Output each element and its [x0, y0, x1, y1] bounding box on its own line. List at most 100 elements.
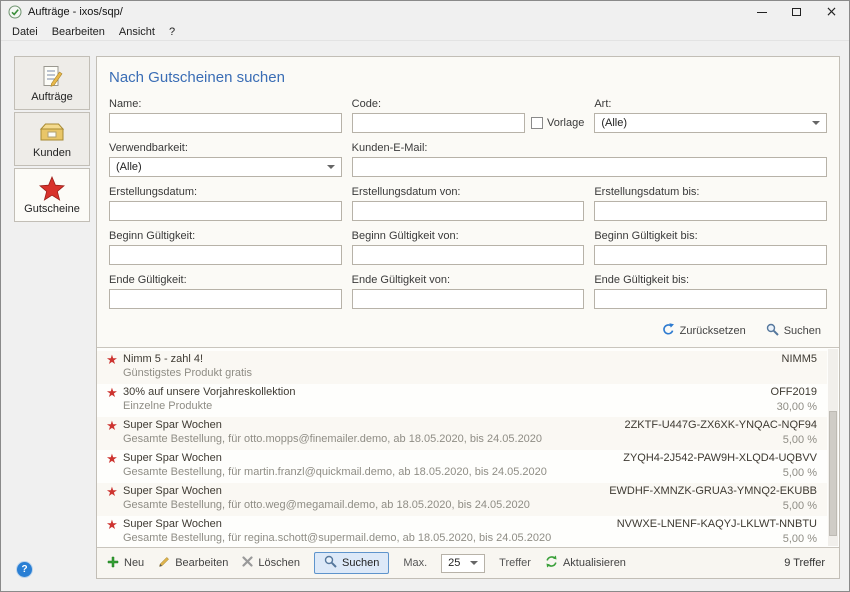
max-label: Max. — [403, 557, 427, 569]
menu-bearbeiten[interactable]: Bearbeiten — [45, 24, 112, 40]
search-icon — [766, 323, 779, 339]
erstellungsdatum-bis-input[interactable] — [594, 201, 827, 221]
ende-gueltigkeit-von-label: Ende Gültigkeit von: — [352, 274, 585, 286]
voucher-list: ★ Nimm 5 - zahl 4! Günstigstes Produkt g… — [97, 348, 827, 547]
voucher-title: Nimm 5 - zahl 4! — [123, 353, 782, 365]
voucher-value: 5,00 % — [623, 467, 817, 480]
reset-label: Zurücksetzen — [680, 325, 746, 337]
search-button[interactable]: Suchen — [766, 323, 821, 339]
chevron-down-icon — [812, 121, 820, 125]
verwendbarkeit-dropdown[interactable]: (Alle) — [109, 157, 342, 177]
voucher-subtitle: Günstigstes Produkt gratis — [123, 367, 782, 379]
field-beginn-gueltigkeit: Beginn Gültigkeit: — [109, 230, 342, 265]
beginn-gueltigkeit-input[interactable] — [109, 245, 342, 265]
app-window: Aufträge - ixos/sqp/ × Datei Bearbeiten … — [0, 0, 850, 592]
minimize-button[interactable] — [744, 1, 779, 23]
sidebar-tab-kunden[interactable]: Kunden — [14, 112, 90, 166]
ende-gueltigkeit-von-input[interactable] — [352, 289, 585, 309]
sidebar-tab-gutscheine[interactable]: Gutscheine — [14, 168, 90, 222]
voucher-title: Super Spar Wochen — [123, 419, 624, 431]
field-art: Art: (Alle) — [594, 98, 827, 133]
voucher-title: Super Spar Wochen — [123, 518, 617, 530]
close-icon: × — [826, 5, 838, 19]
sidebar-tab-auftraege[interactable]: Aufträge — [14, 56, 90, 110]
art-dropdown[interactable]: (Alle) — [594, 113, 827, 133]
new-label: Neu — [124, 557, 144, 569]
field-erstellungsdatum: Erstellungsdatum: — [109, 186, 342, 221]
field-ende-gueltigkeit-von: Ende Gültigkeit von: — [352, 274, 585, 309]
vorlage-checkbox[interactable] — [531, 117, 543, 129]
ende-gueltigkeit-input[interactable] — [109, 289, 342, 309]
vouchers-icon — [39, 175, 65, 201]
search-results-button[interactable]: Suchen — [314, 552, 389, 574]
voucher-row[interactable]: ★ Super Spar Wochen Gesamte Bestellung, … — [97, 450, 827, 483]
delete-button[interactable]: Löschen — [242, 556, 300, 570]
voucher-value: 5,00 % — [624, 434, 817, 447]
voucher-icon: ★ — [103, 353, 121, 368]
list-scrollbar[interactable] — [828, 349, 838, 546]
erstellungsdatum-bis-label: Erstellungsdatum bis: — [594, 186, 827, 198]
refresh-label: Aktualisieren — [563, 557, 626, 569]
help-icon[interactable]: ? — [17, 562, 32, 577]
voucher-value: 5,00 % — [609, 500, 817, 513]
voucher-row[interactable]: ★ Super Spar Wochen Gesamte Bestellung, … — [97, 417, 827, 450]
voucher-title: Super Spar Wochen — [123, 452, 623, 464]
close-button[interactable]: × — [814, 1, 849, 23]
menubar: Datei Bearbeiten Ansicht ? — [1, 23, 849, 41]
customers-icon — [39, 119, 65, 145]
menu-ansicht[interactable]: Ansicht — [112, 24, 162, 40]
maximize-icon — [792, 8, 801, 16]
search-title: Nach Gutscheinen suchen — [109, 69, 827, 86]
refresh-button[interactable]: Aktualisieren — [545, 555, 626, 571]
sidebar: Aufträge Kunden Gutscheine — [14, 56, 90, 224]
plus-icon — [107, 556, 119, 571]
name-label: Name: — [109, 98, 342, 110]
voucher-icon: ★ — [103, 485, 121, 500]
voucher-row[interactable]: ★ Super Spar Wochen Gesamte Bestellung, … — [97, 483, 827, 516]
edit-button[interactable]: Bearbeiten — [158, 556, 228, 571]
voucher-row[interactable]: ★ 30% auf unsere Vorjahreskollektion Ein… — [97, 384, 827, 417]
erstellungsdatum-input[interactable] — [109, 201, 342, 221]
search-form: Name: Code: Vorlage Art: — [109, 98, 827, 309]
reset-button[interactable]: Zurücksetzen — [662, 323, 746, 339]
max-results-dropdown[interactable]: 25 — [441, 554, 485, 573]
voucher-value — [782, 368, 817, 381]
field-beginn-gueltigkeit-von: Beginn Gültigkeit von: — [352, 230, 585, 265]
voucher-row[interactable]: ★ Nimm 5 - zahl 4! Günstigstes Produkt g… — [97, 351, 827, 384]
maximize-button[interactable] — [779, 1, 814, 23]
voucher-subtitle: Einzelne Produkte — [123, 400, 771, 412]
chevron-down-icon — [470, 561, 478, 565]
scrollbar-thumb[interactable] — [829, 411, 837, 536]
voucher-code: ZYQH4-2J542-PAW9H-XLQD4-UQBVV — [623, 452, 817, 465]
ende-gueltigkeit-bis-input[interactable] — [594, 289, 827, 309]
voucher-icon: ★ — [103, 386, 121, 401]
beginn-gueltigkeit-bis-input[interactable] — [594, 245, 827, 265]
beginn-gueltigkeit-von-input[interactable] — [352, 245, 585, 265]
name-input[interactable] — [109, 113, 342, 133]
voucher-subtitle: Gesamte Bestellung, für regina.schott@su… — [123, 532, 617, 544]
refresh-icon — [545, 555, 558, 571]
voucher-icon: ★ — [103, 419, 121, 434]
erstellungsdatum-von-input[interactable] — [352, 201, 585, 221]
voucher-subtitle: Gesamte Bestellung, für martin.franzl@qu… — [123, 466, 623, 478]
kunden-email-input[interactable] — [352, 157, 827, 177]
results-list: ★ Nimm 5 - zahl 4! Günstigstes Produkt g… — [97, 347, 839, 548]
voucher-row[interactable]: ★ Super Spar Wochen Gesamte Bestellung, … — [97, 516, 827, 548]
vorlage-option[interactable]: Vorlage — [531, 117, 584, 129]
voucher-code: EWDHF-XMNZK-GRUA3-YMNQ2-EKUBB — [609, 485, 817, 498]
voucher-subtitle: Gesamte Bestellung, für otto.weg@megamai… — [123, 499, 609, 511]
beginn-gueltigkeit-von-label: Beginn Gültigkeit von: — [352, 230, 585, 242]
voucher-icon: ★ — [103, 452, 121, 467]
voucher-code: OFF2019 — [771, 386, 817, 399]
menu-datei[interactable]: Datei — [5, 24, 45, 40]
sidebar-tab-label: Gutscheine — [24, 203, 80, 215]
pencil-icon — [158, 556, 170, 571]
new-button[interactable]: Neu — [107, 556, 144, 571]
menu-help[interactable]: ? — [162, 24, 182, 40]
code-input[interactable] — [352, 113, 525, 133]
bottom-toolbar: Neu Bearbeiten Löschen — [97, 548, 839, 578]
voucher-code: NVWXE-LNENF-KAQYJ-LKLWT-NNBTU — [617, 518, 817, 531]
search-icon — [324, 555, 337, 571]
field-verwendbarkeit: Verwendbarkeit: (Alle) — [109, 142, 342, 177]
voucher-title: 30% auf unsere Vorjahreskollektion — [123, 386, 771, 398]
